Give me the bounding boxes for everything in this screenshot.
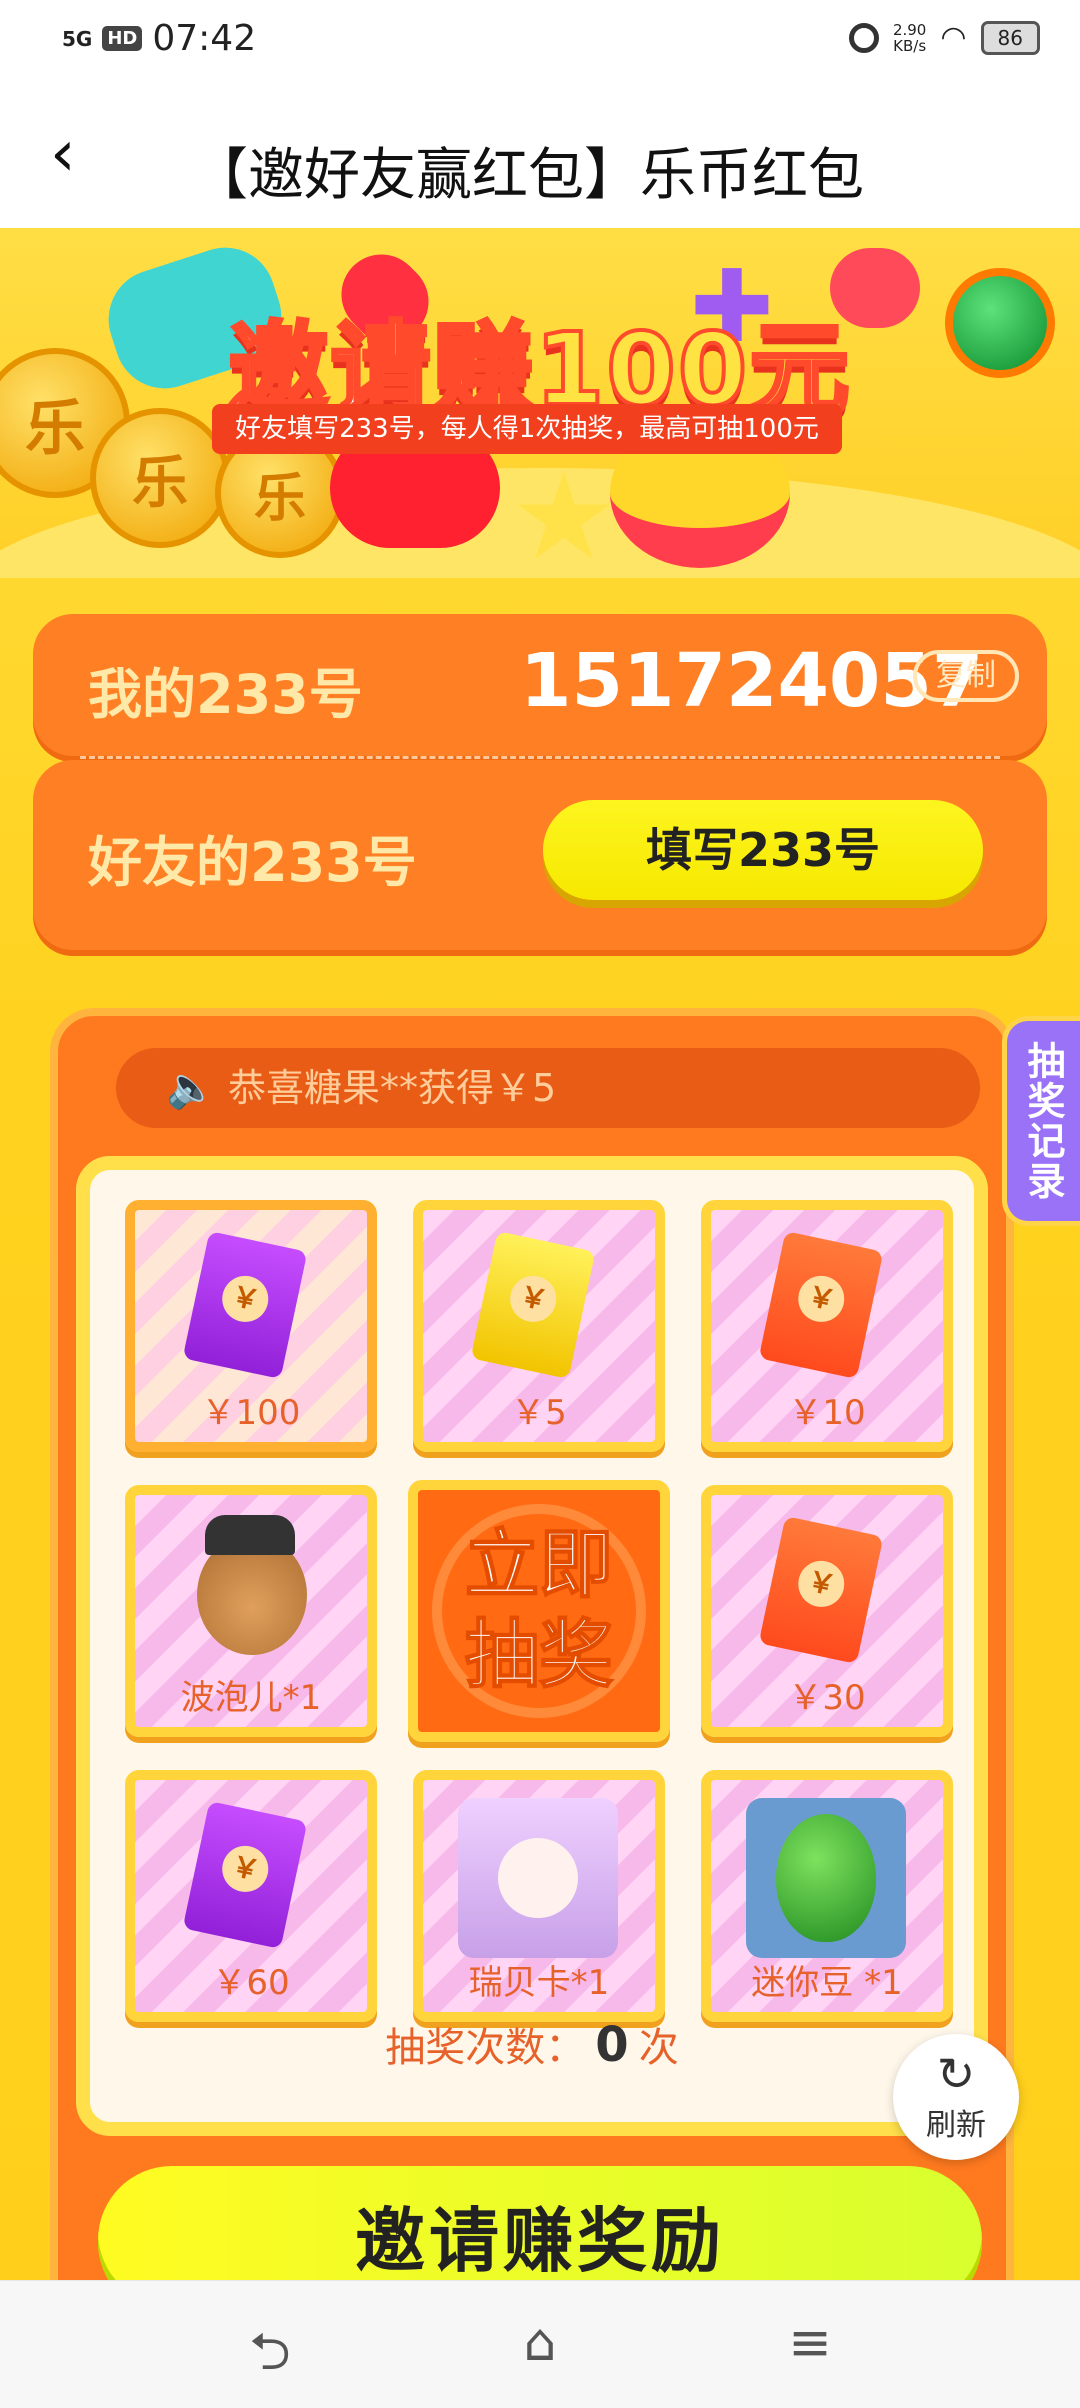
winner-notice-text: 恭喜糖果**获得￥5 — [228, 1066, 557, 1110]
refresh-button[interactable]: ↻ 刷新 — [893, 2034, 1019, 2160]
back-icon[interactable]: ‹ — [50, 122, 110, 194]
prize-cell-minidou: 迷你豆 *1 — [701, 1770, 953, 2022]
purple-red-envelope-icon: ￥ — [182, 1231, 308, 1379]
draw-button[interactable]: 立即 抽奖 — [408, 1480, 670, 1742]
coin-glyph: 乐 — [132, 450, 188, 516]
invite-banner: 乐 乐 乐 ✚ ★ 邀请赚100元 好友填写233号，每人得1次抽奖，最高可抽1… — [0, 228, 1080, 578]
friend-id-card: 好友的233号 填写233号 — [33, 760, 1047, 950]
wifi-icon: ◠ — [940, 20, 967, 55]
egg-shape — [776, 1814, 876, 1942]
draw-count: 抽奖次数： 0 次 — [90, 2015, 974, 2073]
hd-badge: HD — [102, 26, 143, 51]
status-bar: 5G HD 07:42 2.90 KB/s ◠ 86 — [0, 0, 1080, 84]
prize-label: ￥100 — [201, 1393, 301, 1433]
prize-grid: ￥ ￥100 ￥ ￥5 ￥ ￥10 波泡儿*1 立即 抽奖 ￥ ￥30 ￥ ￥6… — [125, 1200, 955, 2022]
lottery-board: ￥ ￥100 ￥ ￥5 ￥ ￥10 波泡儿*1 立即 抽奖 ￥ ￥30 ￥ ￥6… — [76, 1156, 988, 2136]
net-speed: 2.90 KB/s — [893, 22, 926, 54]
red-envelope-icon: ￥ — [758, 1516, 884, 1664]
prize-cell-rebecca: 瑞贝卡*1 — [413, 1770, 665, 2022]
my-id-card: 我的233号 151724057 复制 — [33, 614, 1047, 756]
envelope-seal: ￥ — [217, 1841, 273, 1897]
prize-cell-60: ￥ ￥60 — [125, 1770, 377, 2022]
character-portrait-icon — [458, 1798, 618, 1958]
winner-notice: 🔈 恭喜糖果**获得￥5 — [116, 1048, 980, 1128]
page-title: 【邀好友赢红包】乐币红包 — [192, 143, 864, 208]
prize-label: 瑞贝卡*1 — [468, 1963, 610, 2003]
envelope-seal: ￥ — [505, 1271, 561, 1327]
pirate-hat-icon — [205, 1515, 295, 1555]
nav-menu-icon[interactable]: ≡ — [770, 2313, 850, 2373]
draw-count-prefix: 抽奖次数： — [385, 2025, 586, 2071]
star-icon: ★ — [510, 448, 618, 578]
prize-label: 波泡儿*1 — [180, 1678, 322, 1718]
refresh-label: 刷新 — [926, 2108, 986, 2143]
fill-id-button[interactable]: 填写233号 — [543, 800, 983, 900]
status-right: 2.90 KB/s ◠ 86 — [848, 20, 1040, 55]
prize-cell-dog: 波泡儿*1 — [125, 1485, 377, 1737]
lottery-record-tab[interactable]: 抽奖记录 — [1002, 1016, 1080, 1226]
friend-id-label: 好友的233号 — [88, 831, 417, 894]
prize-cell-10: ￥ ￥10 — [701, 1200, 953, 1452]
card-divider — [80, 756, 1000, 759]
portrait-face — [498, 1838, 578, 1918]
signal-icon: 5G — [62, 26, 93, 51]
prize-cell-30: ￥ ￥30 — [701, 1485, 953, 1737]
yellow-red-envelope-icon: ￥ — [470, 1231, 596, 1379]
status-time: 07:42 — [152, 18, 257, 59]
prize-label: ￥60 — [212, 1963, 290, 2003]
lottery-panel: 🔈 恭喜糖果**获得￥5 ￥ ￥100 ￥ ￥5 ￥ ￥10 波泡儿*1 立即 … — [50, 1008, 1014, 2280]
main-content: 乐 乐 乐 ✚ ★ 邀请赚100元 好友填写233号，每人得1次抽奖，最高可抽1… — [0, 228, 1080, 2280]
prize-cell-100: ￥ ￥100 — [125, 1200, 377, 1452]
status-left: 5G HD 07:42 — [62, 18, 256, 59]
envelope-seal: ￥ — [793, 1271, 849, 1327]
speaker-icon: 🔈 — [166, 1065, 216, 1111]
coin-glyph: 乐 — [253, 468, 306, 529]
envelope-seal: ￥ — [793, 1556, 849, 1612]
refresh-icon: ↻ — [936, 2047, 976, 2101]
prize-label: ￥30 — [788, 1678, 866, 1718]
copy-button[interactable]: 复制 — [913, 650, 1019, 702]
draw-button-line2: 抽奖 — [464, 1611, 614, 1699]
invite-reward-button[interactable]: 邀请赚奖励 — [98, 2166, 982, 2280]
alarm-icon — [848, 22, 879, 53]
red-envelope-icon: ￥ — [758, 1231, 884, 1379]
draw-count-suffix: 次 — [638, 2025, 679, 2071]
prize-label: ￥5 — [511, 1393, 567, 1433]
purple-red-envelope-icon: ￥ — [182, 1801, 308, 1949]
prize-label: 迷你豆 *1 — [751, 1963, 903, 2003]
prize-cell-5: ￥ ￥5 — [413, 1200, 665, 1452]
title-bar: ‹ 【邀好友赢红包】乐币红包 — [0, 84, 1080, 228]
green-egg-icon — [746, 1798, 906, 1958]
battery-indicator: 86 — [980, 20, 1040, 55]
my-id-label: 我的233号 — [88, 663, 363, 726]
nav-home-icon[interactable]: ⌂ — [500, 2313, 580, 2373]
envelope-seal: ￥ — [217, 1271, 273, 1327]
system-nav-bar: ⮌ ⌂ ≡ — [0, 2280, 1080, 2408]
nav-back-icon[interactable]: ⮌ — [230, 2313, 310, 2382]
net-speed-unit: KB/s — [893, 36, 927, 55]
banner-subtitle: 好友填写233号，每人得1次抽奖，最高可抽100元 — [212, 404, 842, 454]
draw-button-label: 立即 抽奖 — [418, 1520, 660, 1700]
draw-button-line1: 立即 — [464, 1521, 614, 1609]
prize-label: ￥10 — [788, 1393, 866, 1433]
draw-count-value: 0 — [595, 2017, 629, 2073]
